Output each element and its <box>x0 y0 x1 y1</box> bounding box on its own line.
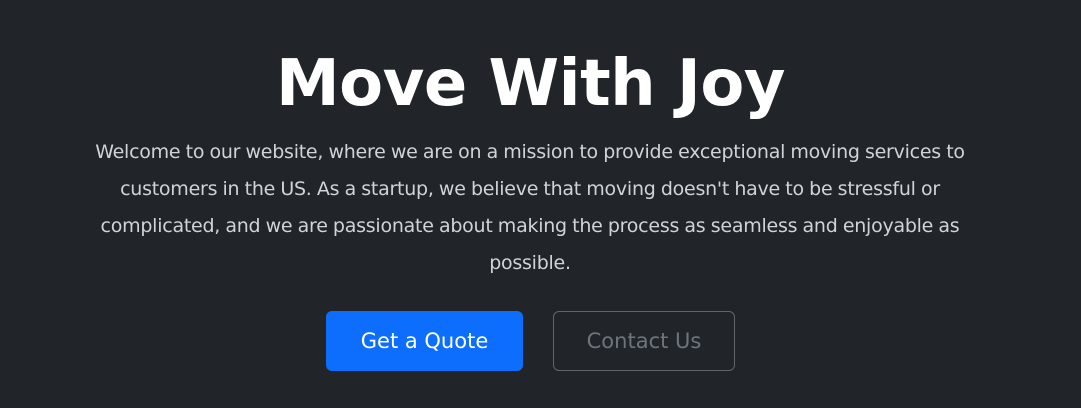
get-quote-button[interactable]: Get a Quote <box>326 311 523 371</box>
page-title: Move With Joy <box>275 47 786 121</box>
hero-description: Welcome to our website, where we are on … <box>95 141 965 274</box>
contact-us-button[interactable]: Contact Us <box>553 311 735 371</box>
hero-section: Move With Joy Welcome to our website, wh… <box>0 0 1081 408</box>
